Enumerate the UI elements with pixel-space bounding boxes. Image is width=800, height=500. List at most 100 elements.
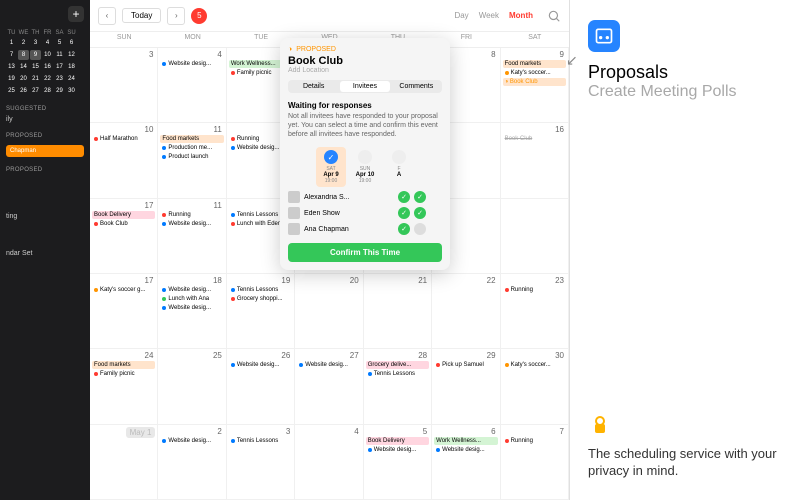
day-cell[interactable]: 3 — [90, 48, 158, 123]
day-cell[interactable]: 11RunningWebsite desig... — [158, 199, 226, 274]
promo-subtitle: Create Meeting Polls — [588, 83, 782, 101]
day-cell[interactable]: 6Work Wellness...Website desig... — [432, 425, 500, 500]
confirm-time-button[interactable]: Confirm This Time — [288, 243, 442, 262]
time-option[interactable]: ✓SATApr 919:00 — [316, 147, 346, 187]
event[interactable]: Website desig... — [160, 286, 223, 294]
event[interactable]: ◑ Book Club — [503, 78, 566, 86]
prev-button[interactable]: ‹ — [98, 7, 116, 25]
day-cell[interactable]: 17Book DeliveryBook Club — [90, 199, 158, 274]
day-cell[interactable]: 7Running — [501, 425, 569, 500]
event[interactable]: Food markets — [160, 135, 223, 143]
event[interactable]: Grocery shoppi... — [229, 295, 292, 303]
day-cell[interactable]: 27Website desig... — [295, 349, 363, 424]
day-cell[interactable]: 19Tennis LessonsGrocery shoppi... — [227, 274, 295, 349]
event[interactable]: Book Delivery — [92, 211, 155, 219]
promo-panel: ↙ Proposals Create Meeting Polls The sch… — [570, 0, 800, 500]
day-cell[interactable]: 4 — [295, 425, 363, 500]
add-location-link[interactable]: Add Location — [288, 67, 442, 74]
sidebar-proposed-item[interactable]: Chapman — [6, 145, 84, 157]
event[interactable]: Tennis Lessons — [229, 286, 292, 294]
day-cell[interactable]: 24Food marketsFamily picnic — [90, 349, 158, 424]
popover-tab-details[interactable]: Details — [289, 81, 338, 92]
event[interactable]: Running — [503, 286, 566, 294]
event[interactable]: Website desig... — [160, 220, 223, 228]
event[interactable]: Book Delivery — [366, 437, 429, 445]
event[interactable]: Running — [160, 211, 223, 219]
day-cell[interactable]: 2Website desig... — [158, 425, 226, 500]
sidebar: + TUWETHFRSASU 1234567891011121314151617… — [0, 0, 90, 500]
time-option[interactable]: FA — [384, 147, 414, 187]
event[interactable]: Book Club — [503, 135, 566, 143]
day-cell[interactable]: 18Website desig...Lunch with AnaWebsite … — [158, 274, 226, 349]
event[interactable]: Family picnic — [92, 370, 155, 378]
search-icon[interactable] — [547, 9, 561, 23]
event[interactable]: Food markets — [503, 60, 566, 68]
day-cell[interactable]: 16Book Club — [501, 123, 569, 198]
event[interactable]: Website desig... — [366, 446, 429, 454]
day-cell[interactable]: 11Food marketsProduction me...Product la… — [158, 123, 226, 198]
day-cell[interactable]: 9Food marketsKaty's soccer...◑ Book Club — [501, 48, 569, 123]
event[interactable]: Website desig... — [434, 446, 497, 454]
time-option[interactable]: SUNApr 1019:00 — [350, 147, 380, 187]
event[interactable]: Website desig... — [297, 361, 360, 369]
event[interactable]: Website desig... — [160, 60, 223, 68]
sidebar-suggested-item[interactable]: ily — [6, 116, 84, 123]
day-cell[interactable]: 29Pick up Samuel — [432, 349, 500, 424]
view-tab-week[interactable]: Week — [479, 11, 499, 20]
day-cell[interactable] — [501, 199, 569, 274]
day-cell[interactable]: 21 — [364, 274, 432, 349]
view-tabs: Day Week Month — [454, 11, 533, 20]
day-cell[interactable]: 25 — [158, 349, 226, 424]
day-cell[interactable]: 5Book DeliveryWebsite desig... — [364, 425, 432, 500]
event[interactable]: Tennis Lessons — [229, 437, 292, 445]
event[interactable]: Katy's soccer... — [503, 69, 566, 77]
event[interactable]: Website desig... — [160, 437, 223, 445]
next-button[interactable]: › — [167, 7, 185, 25]
today-button[interactable]: Today — [122, 8, 161, 23]
event[interactable]: Website desig... — [229, 361, 292, 369]
view-tab-day[interactable]: Day — [454, 11, 468, 20]
notification-badge[interactable]: 5 — [191, 8, 207, 24]
day-cell[interactable]: 20 — [295, 274, 363, 349]
toolbar: ‹ Today › 5 Day Week Month — [90, 0, 569, 32]
event[interactable]: Grocery delive... — [366, 361, 429, 369]
lock-icon — [588, 413, 612, 437]
event[interactable]: Half Marathon — [92, 135, 155, 143]
sidebar-meeting[interactable]: ting — [6, 213, 84, 220]
calendar-app-window: + TUWETHFRSASU 1234567891011121314151617… — [0, 0, 570, 500]
event[interactable]: Product launch — [160, 153, 223, 161]
invitee-row: Eden Show✓✓ — [288, 207, 442, 219]
event[interactable]: Running — [503, 437, 566, 445]
day-cell[interactable]: May 1 — [90, 425, 158, 500]
event[interactable]: Production me... — [160, 144, 223, 152]
avatar — [288, 223, 300, 235]
day-cell[interactable]: 10Half Marathon — [90, 123, 158, 198]
day-cell[interactable]: 23Running — [501, 274, 569, 349]
event[interactable]: Website desig... — [160, 304, 223, 312]
promo-tagline: The scheduling service with your privacy… — [588, 445, 782, 480]
event[interactable]: Katy's soccer... — [503, 361, 566, 369]
day-cell[interactable]: 30Katy's soccer... — [501, 349, 569, 424]
event[interactable]: Lunch with Ana — [160, 295, 223, 303]
event[interactable]: Work Wellness... — [434, 437, 497, 445]
day-cell[interactable]: 3Tennis Lessons — [227, 425, 295, 500]
popover-title: Book Club — [288, 55, 442, 67]
day-cell[interactable]: 4Website desig... — [158, 48, 226, 123]
day-cell[interactable]: 22 — [432, 274, 500, 349]
event[interactable]: Food markets — [92, 361, 155, 369]
event[interactable]: Tennis Lessons — [366, 370, 429, 378]
popover-tab-invitees[interactable]: Invitees — [340, 81, 389, 92]
mini-calendar[interactable]: TUWETHFRSASU 123456789101112131415161718… — [6, 30, 84, 96]
calendar-set[interactable]: ndar Set — [6, 250, 84, 257]
day-cell[interactable]: 28Grocery delive...Tennis Lessons — [364, 349, 432, 424]
event[interactable]: Pick up Samuel — [434, 361, 497, 369]
event[interactable]: Book Club — [92, 220, 155, 228]
day-cell[interactable]: 17Katy's soccer g... — [90, 274, 158, 349]
event[interactable]: Katy's soccer g... — [92, 286, 155, 294]
invitees-list: Alexandria S...✓✓Eden Show✓✓Ana Chapman✓ — [288, 191, 442, 235]
view-tab-month[interactable]: Month — [509, 11, 533, 20]
day-cell[interactable]: 26Website desig... — [227, 349, 295, 424]
promo-title: Proposals — [588, 62, 782, 83]
add-event-button[interactable]: + — [68, 6, 84, 22]
popover-tab-comments[interactable]: Comments — [392, 81, 441, 92]
